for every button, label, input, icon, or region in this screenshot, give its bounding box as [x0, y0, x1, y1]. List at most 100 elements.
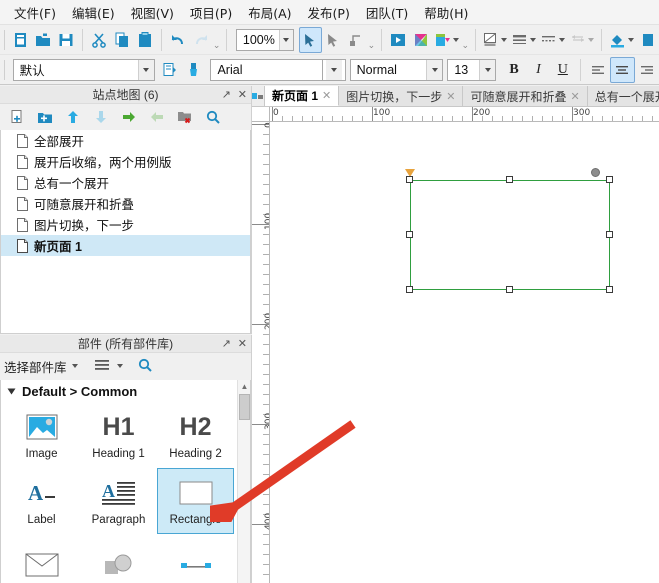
widget-style-combo[interactable]: 默认: [13, 59, 155, 81]
move-up-button[interactable]: [60, 104, 86, 130]
copy-style-button[interactable]: [158, 57, 182, 83]
connector-point-button[interactable]: [344, 27, 367, 53]
add-folder-button[interactable]: [32, 104, 58, 130]
menu-layout[interactable]: 布局(A): [240, 0, 299, 25]
design-canvas[interactable]: [270, 122, 659, 583]
library-selector-label[interactable]: 选择部件库: [4, 357, 67, 376]
chevron-down-icon[interactable]: [72, 364, 78, 368]
chevron-down-icon[interactable]: [628, 38, 634, 42]
sitemap-close-icon[interactable]: ✕: [238, 88, 247, 101]
widget-style-dropdown-arrow[interactable]: [138, 60, 154, 80]
chevron-down-icon[interactable]: [501, 38, 507, 42]
tab-new-page-1[interactable]: 新页面 1 ✕: [265, 86, 339, 106]
sitemap-float-icon[interactable]: ↗: [222, 88, 231, 101]
widget-item-envelope[interactable]: [3, 534, 80, 583]
tab-close-icon[interactable]: ✕: [570, 90, 579, 103]
align-left-button[interactable]: [586, 57, 610, 83]
menu-help[interactable]: 帮助(H): [416, 0, 476, 25]
new-button[interactable]: [9, 27, 32, 53]
undo-button[interactable]: [167, 27, 190, 53]
widget-item-hline[interactable]: [157, 534, 234, 583]
scroll-thumb[interactable]: [239, 394, 250, 420]
indent-button[interactable]: [116, 104, 142, 130]
horizontal-ruler[interactable]: 0 100 200 300: [270, 107, 659, 122]
add-page-button[interactable]: [4, 104, 30, 130]
generate-button[interactable]: [432, 27, 461, 53]
style-button[interactable]: [480, 27, 509, 53]
widget-item-paragraph[interactable]: A Paragraph: [80, 468, 157, 534]
text-style-dropdown-arrow[interactable]: [426, 60, 442, 80]
italic-button[interactable]: I: [526, 57, 550, 83]
resize-handle-bottom-right[interactable]: [606, 286, 613, 293]
tab-close-icon[interactable]: ✕: [446, 90, 455, 103]
resize-handle-top-left[interactable]: [406, 176, 413, 183]
menu-file[interactable]: 文件(F): [6, 0, 64, 25]
menu-edit[interactable]: 编辑(E): [64, 0, 123, 25]
toolbar-overflow-3[interactable]: ⌄: [461, 27, 470, 53]
resize-handle-top-right[interactable]: [606, 176, 613, 183]
tab-expand-collapse[interactable]: 可随意展开和折叠 ✕: [463, 86, 587, 106]
widget-item-rectangle[interactable]: Rectangle: [157, 468, 234, 534]
sitemap-item-1[interactable]: 展开后收缩，两个用例版: [1, 151, 250, 172]
resize-handle-middle-right[interactable]: [606, 231, 613, 238]
tab-close-icon[interactable]: ✕: [322, 89, 331, 102]
bold-button[interactable]: B: [502, 57, 526, 83]
connector-tool-button[interactable]: [322, 27, 345, 53]
font-family-field[interactable]: Arial: [210, 59, 323, 81]
menu-project[interactable]: 项目(P): [182, 0, 240, 25]
zoom-combo[interactable]: 100%: [236, 29, 294, 51]
widget-item-label[interactable]: A Label: [3, 468, 80, 534]
copy-button[interactable]: [111, 27, 134, 53]
sitemap-tree[interactable]: 全部展开 展开后收缩，两个用例版 总有一个展开: [0, 130, 251, 334]
more-tools-button[interactable]: [636, 27, 659, 53]
line-width-button[interactable]: [509, 27, 538, 53]
chevron-down-icon[interactable]: [530, 38, 536, 42]
toolbar-overflow-1[interactable]: ⌄: [212, 27, 221, 53]
chevron-down-icon[interactable]: [559, 38, 565, 42]
view-options-icon[interactable]: [94, 358, 112, 375]
apply-style-button[interactable]: [182, 57, 206, 83]
tab-list-icon[interactable]: [252, 86, 265, 106]
resize-handle-top-center[interactable]: [506, 176, 513, 183]
menu-team[interactable]: 团队(T): [358, 0, 416, 25]
tab-always-one-open[interactable]: 总有一个展开 ✕: [588, 86, 659, 106]
collapse-triangle-icon[interactable]: [7, 384, 16, 399]
chevron-down-icon[interactable]: [588, 38, 594, 42]
sitemap-item-3[interactable]: 可随意展开和折叠: [1, 193, 250, 214]
widget-item-heading-1[interactable]: H1 Heading 1: [80, 402, 157, 468]
outdent-button[interactable]: [144, 104, 170, 130]
widgets-close-icon[interactable]: ✕: [238, 337, 247, 350]
widget-item-shapes[interactable]: [80, 534, 157, 583]
sitemap-item-2[interactable]: 总有一个展开: [1, 172, 250, 193]
align-right-button[interactable]: [635, 57, 659, 83]
scroll-up-icon[interactable]: ▲: [238, 380, 251, 393]
chevron-down-icon[interactable]: [453, 38, 459, 42]
open-button[interactable]: [32, 27, 55, 53]
zoom-dropdown-arrow[interactable]: [279, 30, 293, 50]
format-toolbar-grip[interactable]: [2, 60, 8, 80]
toolbar-grip[interactable]: [2, 30, 7, 50]
menu-publish[interactable]: 发布(P): [300, 0, 358, 25]
resize-handle-bottom-center[interactable]: [506, 286, 513, 293]
rotate-handle-icon[interactable]: [591, 168, 600, 177]
font-size-dropdown-arrow[interactable]: [479, 60, 495, 80]
widget-item-image[interactable]: Image: [3, 402, 80, 468]
resize-handle-middle-left[interactable]: [406, 231, 413, 238]
arrow-style-button[interactable]: [567, 27, 596, 53]
widgets-group-header[interactable]: Default > Common: [1, 380, 250, 402]
sitemap-item-4[interactable]: 图片切换，下一步: [1, 214, 250, 235]
sitemap-item-0[interactable]: 全部展开: [1, 130, 250, 151]
search-pages-button[interactable]: [200, 104, 226, 130]
sitemap-item-5[interactable]: 新页面 1: [1, 235, 250, 256]
chevron-down-icon[interactable]: [117, 364, 123, 368]
menu-view[interactable]: 视图(V): [123, 0, 182, 25]
resize-handle-bottom-left[interactable]: [406, 286, 413, 293]
search-widgets-icon[interactable]: [137, 357, 153, 376]
widgets-float-icon[interactable]: ↗: [222, 337, 231, 350]
redo-button[interactable]: [190, 27, 213, 53]
preview-button[interactable]: [387, 27, 410, 53]
paste-button[interactable]: [133, 27, 156, 53]
select-tool-button[interactable]: [299, 27, 322, 53]
line-style-button[interactable]: [538, 27, 567, 53]
font-family-dropdown[interactable]: [323, 59, 345, 81]
